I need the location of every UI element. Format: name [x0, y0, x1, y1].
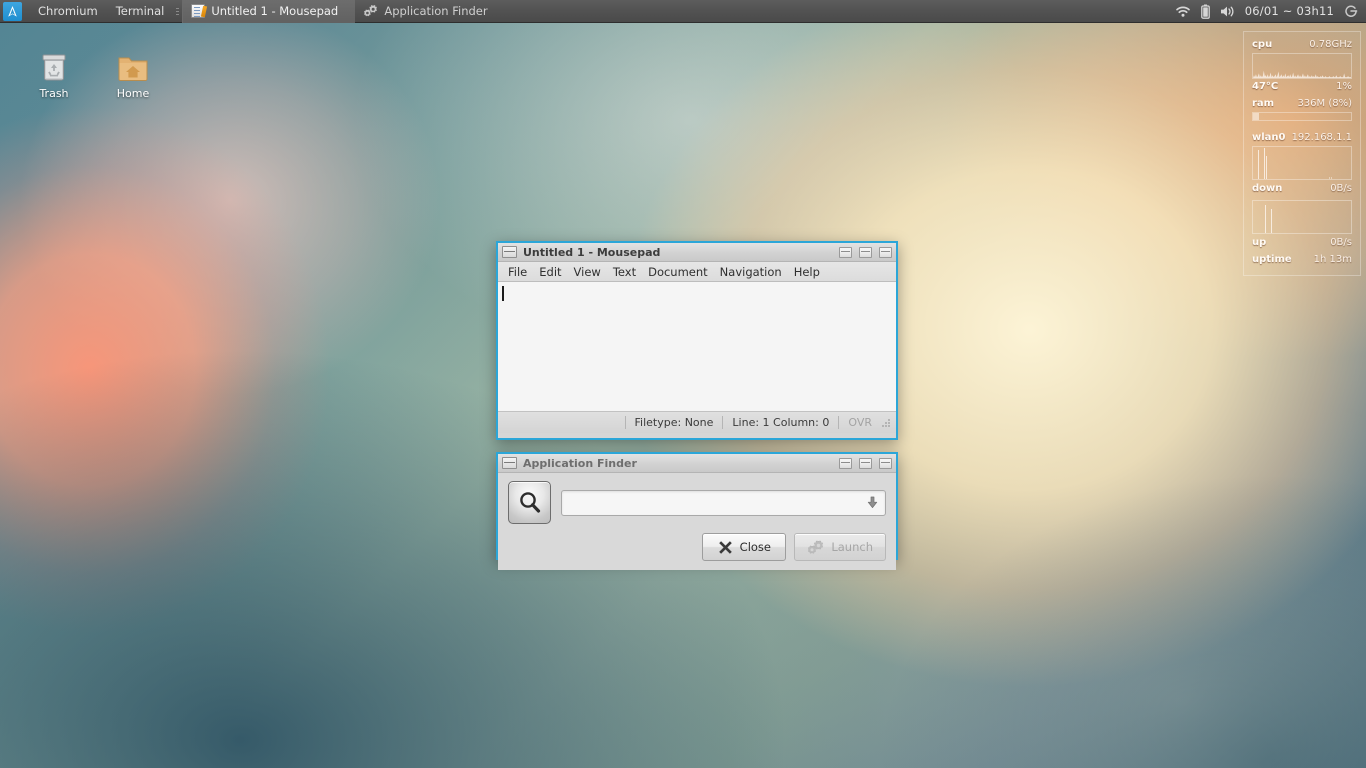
conky-up-row: up 0B/s — [1252, 237, 1352, 248]
menu-file[interactable]: File — [502, 262, 533, 282]
launcher-terminal[interactable]: Terminal — [107, 0, 174, 23]
appfinder-body: Close Launch — [498, 473, 896, 570]
conky-upload-graph — [1252, 200, 1352, 234]
mousepad-text-area[interactable] — [498, 282, 896, 412]
mousepad-titlebar[interactable]: Untitled 1 - Mousepad — [498, 243, 896, 262]
desktop-icon-label: Trash — [39, 87, 69, 100]
desktop-icon-home[interactable]: Home — [100, 40, 166, 100]
arrow-down-icon — [867, 496, 878, 508]
conky-wlan-value: 192.168.1.1 — [1291, 132, 1352, 143]
minimize-button[interactable] — [839, 246, 852, 258]
conky-cpu-percent: 1% — [1336, 81, 1352, 92]
maximize-button[interactable] — [859, 246, 872, 258]
conky-up-value: 0B/s — [1330, 237, 1352, 248]
maximize-button[interactable] — [859, 457, 872, 469]
appfinder-search-row — [508, 481, 886, 524]
conky-down-label: down — [1252, 183, 1283, 194]
menu-view[interactable]: View — [568, 262, 607, 282]
close-x-icon — [718, 540, 732, 554]
text-caret — [502, 286, 504, 301]
conky-ram-row: ram 336M (8%) — [1252, 98, 1352, 109]
search-input[interactable] — [561, 489, 886, 516]
window-application-finder[interactable]: Application Finder Close Launch — [496, 452, 898, 570]
desktop-icon-trash[interactable]: Trash — [21, 40, 87, 100]
system-tray: 06/01 ~ 03h11 — [1175, 4, 1366, 19]
conky-cpu-row: cpu 0.78GHz — [1252, 39, 1352, 50]
conky-system-monitor: cpu 0.78GHz 47°C 1% ram 336M (8%) wlan0 … — [1243, 31, 1361, 276]
appfinder-button-row: Close Launch — [508, 533, 886, 561]
launch-button-label: Launch — [831, 540, 873, 554]
conky-uptime-label: uptime — [1252, 254, 1292, 265]
gears-icon — [808, 539, 824, 554]
mousepad-icon — [191, 4, 206, 18]
conky-cpu-graph — [1252, 53, 1352, 79]
close-button-label: Close — [739, 540, 771, 554]
taskbar-item-label: Application Finder — [384, 4, 488, 18]
statusbar-separator — [838, 416, 840, 429]
window-mousepad[interactable]: Untitled 1 - Mousepad File Edit View Tex… — [496, 241, 898, 440]
conky-up-label: up — [1252, 237, 1267, 248]
appfinder-window-buttons — [839, 457, 892, 469]
window-menu-icon[interactable] — [502, 246, 517, 258]
panel-clock[interactable]: 06/01 ~ 03h11 — [1245, 4, 1334, 18]
close-button[interactable]: Close — [702, 533, 787, 561]
gears-icon — [363, 4, 378, 18]
appfinder-titlebar[interactable]: Application Finder — [498, 454, 896, 473]
conky-ram-bar — [1252, 112, 1352, 121]
arch-logo-icon[interactable] — [3, 1, 22, 21]
conky-ram-value: 336M (8%) — [1297, 98, 1352, 109]
trash-icon — [21, 40, 87, 84]
menu-edit[interactable]: Edit — [533, 262, 567, 282]
taskbar-item-application-finder[interactable]: Application Finder — [355, 0, 525, 23]
conky-cpu-label: cpu — [1252, 39, 1273, 50]
battery-icon[interactable] — [1200, 4, 1210, 19]
statusbar-overwrite[interactable]: OVR — [848, 416, 872, 429]
menu-text[interactable]: Text — [607, 262, 642, 282]
window-menu-icon[interactable] — [502, 457, 517, 469]
mousepad-window-buttons — [839, 246, 892, 258]
conky-spacer-3 — [1252, 194, 1352, 197]
statusbar-separator — [722, 416, 724, 429]
menu-document[interactable]: Document — [642, 262, 714, 282]
menu-help[interactable]: Help — [788, 262, 826, 282]
conky-download-graph — [1252, 146, 1352, 180]
conky-temp-label: 47°C — [1252, 81, 1279, 92]
mousepad-title: Untitled 1 - Mousepad — [523, 245, 661, 259]
desktop-icon-label: Home — [116, 87, 150, 100]
conky-cpu-temp-row: 47°C 1% — [1252, 81, 1352, 92]
taskbar-item-mousepad[interactable]: Untitled 1 - Mousepad — [183, 0, 356, 23]
statusbar-position: Line: 1 Column: 0 — [732, 416, 830, 429]
statusbar-separator — [624, 416, 626, 429]
conky-down-value: 0B/s — [1330, 183, 1352, 194]
conky-wlan-row: wlan0 192.168.1.1 — [1252, 132, 1352, 143]
resize-grip-icon[interactable] — [880, 417, 892, 429]
home-folder-icon — [100, 40, 166, 84]
top-panel: Chromium Terminal Untitled 1 - Mousepad … — [0, 0, 1366, 23]
magnifier-icon[interactable] — [508, 481, 551, 524]
close-button[interactable] — [879, 457, 892, 469]
minimize-button[interactable] — [839, 457, 852, 469]
close-button[interactable] — [879, 246, 892, 258]
conky-uptime-value: 1h 13m — [1313, 254, 1352, 265]
conky-uptime-row: uptime 1h 13m — [1252, 254, 1352, 265]
panel-handle-icon[interactable] — [173, 0, 182, 23]
conky-ram-label: ram — [1252, 98, 1275, 109]
power-icon[interactable] — [1344, 4, 1358, 18]
wifi-icon[interactable] — [1175, 5, 1191, 18]
appfinder-title: Application Finder — [523, 456, 637, 470]
speaker-icon[interactable] — [1220, 5, 1235, 18]
taskbar-item-label: Untitled 1 - Mousepad — [211, 4, 339, 18]
statusbar-filetype: Filetype: None — [634, 416, 714, 429]
conky-down-row: down 0B/s — [1252, 183, 1352, 194]
launch-button[interactable]: Launch — [794, 533, 886, 561]
launcher-chromium[interactable]: Chromium — [29, 0, 107, 23]
mousepad-statusbar: Filetype: None Line: 1 Column: 0 OVR — [498, 412, 896, 433]
menu-navigation[interactable]: Navigation — [714, 262, 788, 282]
conky-cpu-value: 0.78GHz — [1309, 39, 1352, 50]
mousepad-menubar: File Edit View Text Document Navigation … — [498, 262, 896, 282]
conky-wlan-label: wlan0 — [1252, 132, 1286, 143]
